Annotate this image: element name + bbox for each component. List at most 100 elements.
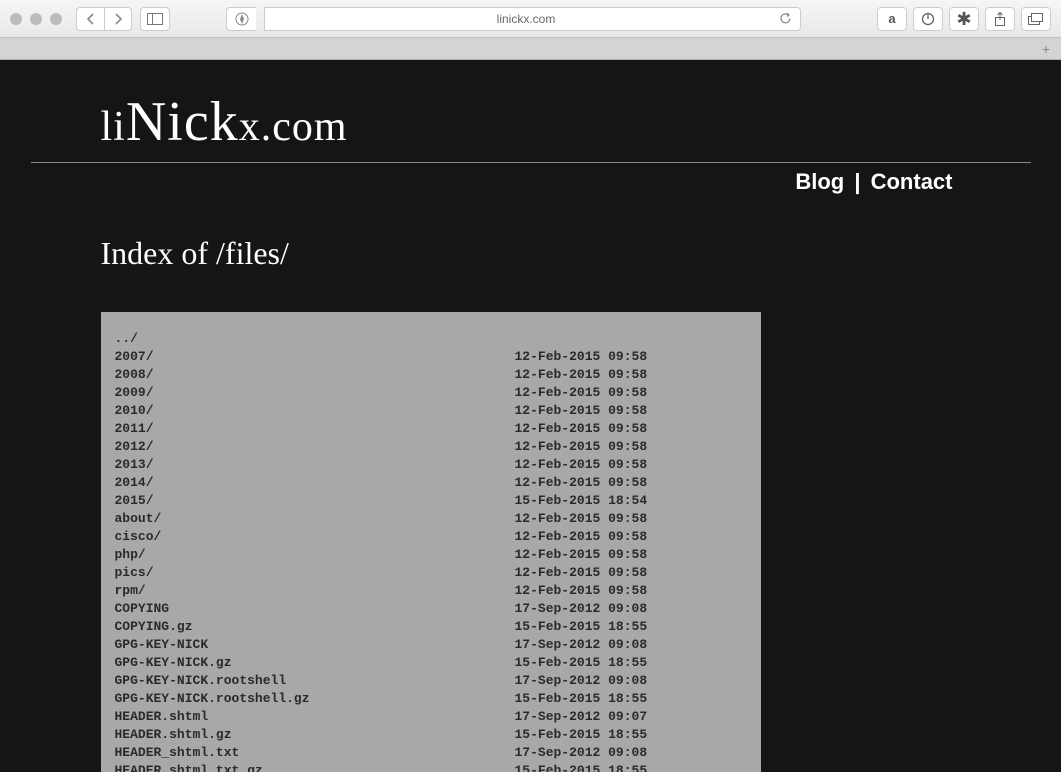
listing-row: GPG-KEY-NICK17-Sep-2012 09:08 <box>115 636 747 654</box>
nav-links: Blog | Contact <box>101 163 961 195</box>
reload-button[interactable] <box>779 12 792 25</box>
plus-icon: + <box>1042 41 1050 57</box>
address-bar[interactable]: linickx.com <box>264 7 801 31</box>
listing-link[interactable]: 2009/ <box>115 384 515 402</box>
sidebar-icon <box>147 13 163 25</box>
listing-row: rpm/12-Feb-2015 09:58 <box>115 582 747 600</box>
page-content: liNickx.com Blog | Contact Index of /fil… <box>0 60 1061 772</box>
chevron-right-icon <box>114 13 123 25</box>
listing-link[interactable]: HEADER_shtml.txt.gz <box>115 762 515 772</box>
listing-link[interactable]: about/ <box>115 510 515 528</box>
tabs-icon <box>1028 13 1044 25</box>
listing-date: 15-Feb-2015 18:55 <box>515 762 648 772</box>
listing-link[interactable]: 2013/ <box>115 456 515 474</box>
back-button[interactable] <box>76 7 104 31</box>
listing-row: GPG-KEY-NICK.rootshell.gz15-Feb-2015 18:… <box>115 690 747 708</box>
listing-row: 2009/12-Feb-2015 09:58 <box>115 384 747 402</box>
listing-date: 15-Feb-2015 18:55 <box>515 690 648 708</box>
reader-button[interactable] <box>226 7 256 31</box>
listing-link[interactable]: 2007/ <box>115 348 515 366</box>
window-close[interactable] <box>10 13 22 25</box>
listing-link[interactable]: HEADER.shtml.gz <box>115 726 515 744</box>
listing-date: 15-Feb-2015 18:55 <box>515 618 648 636</box>
reload-icon <box>779 12 792 25</box>
listing-link[interactable]: COPYING.gz <box>115 618 515 636</box>
listing-link[interactable]: COPYING <box>115 600 515 618</box>
listing-date: 17-Sep-2012 09:08 <box>515 600 648 618</box>
sidebar-button[interactable] <box>140 7 170 31</box>
listing-date: 12-Feb-2015 09:58 <box>515 456 648 474</box>
tab-bar: + <box>0 38 1061 60</box>
tabs-button[interactable] <box>1021 7 1051 31</box>
listing-link[interactable]: GPG-KEY-NICK.gz <box>115 654 515 672</box>
window-minimize[interactable] <box>30 13 42 25</box>
listing-link[interactable]: 2011/ <box>115 420 515 438</box>
listing-date: 17-Sep-2012 09:08 <box>515 636 648 654</box>
listing-row: GPG-KEY-NICK.gz15-Feb-2015 18:55 <box>115 654 747 672</box>
listing-date: 12-Feb-2015 09:58 <box>515 348 648 366</box>
share-button[interactable] <box>985 7 1015 31</box>
site-logo[interactable]: liNickx.com <box>101 80 961 162</box>
listing-link[interactable]: GPG-KEY-NICK.rootshell.gz <box>115 690 515 708</box>
listing-row: GPG-KEY-NICK.rootshell17-Sep-2012 09:08 <box>115 672 747 690</box>
forward-button[interactable] <box>104 7 132 31</box>
compass-icon <box>235 12 249 26</box>
listing-date: 12-Feb-2015 09:58 <box>515 528 648 546</box>
nav-back-forward <box>76 7 132 31</box>
listing-date: 17-Sep-2012 09:07 <box>515 708 648 726</box>
listing-link[interactable]: php/ <box>115 546 515 564</box>
nav-blog[interactable]: Blog <box>795 169 844 194</box>
listing-date: 12-Feb-2015 09:58 <box>515 366 648 384</box>
extension-adblock[interactable] <box>913 7 943 31</box>
listing-link[interactable]: 2014/ <box>115 474 515 492</box>
listing-date: 12-Feb-2015 09:58 <box>515 420 648 438</box>
listing-date: 12-Feb-2015 09:58 <box>515 438 648 456</box>
listing-date: 17-Sep-2012 09:08 <box>515 672 648 690</box>
directory-listing: ../2007/12-Feb-2015 09:582008/12-Feb-201… <box>101 312 761 772</box>
listing-link[interactable]: 2015/ <box>115 492 515 510</box>
listing-row: HEADER_shtml.txt.gz15-Feb-2015 18:55 <box>115 762 747 772</box>
power-icon <box>921 12 935 26</box>
listing-link[interactable]: rpm/ <box>115 582 515 600</box>
listing-row: about/12-Feb-2015 09:58 <box>115 510 747 528</box>
nav-separator: | <box>850 169 864 194</box>
window-zoom[interactable] <box>50 13 62 25</box>
listing-link[interactable]: 2012/ <box>115 438 515 456</box>
listing-date: 12-Feb-2015 09:58 <box>515 582 648 600</box>
url-text: linickx.com <box>273 12 779 26</box>
listing-row: HEADER.shtml17-Sep-2012 09:07 <box>115 708 747 726</box>
new-tab-button[interactable]: + <box>1037 41 1055 57</box>
listing-date: 12-Feb-2015 09:58 <box>515 546 648 564</box>
asterisk-icon: ✱ <box>956 14 971 24</box>
nav-contact[interactable]: Contact <box>871 169 953 194</box>
listing-row: cisco/12-Feb-2015 09:58 <box>115 528 747 546</box>
share-icon <box>994 12 1006 26</box>
extension-generic[interactable]: ✱ <box>949 7 979 31</box>
listing-link[interactable]: GPG-KEY-NICK.rootshell <box>115 672 515 690</box>
listing-link[interactable]: HEADER_shtml.txt <box>115 744 515 762</box>
extension-amazon[interactable]: a <box>877 7 907 31</box>
listing-row: 2015/15-Feb-2015 18:54 <box>115 492 747 510</box>
listing-link[interactable]: pics/ <box>115 564 515 582</box>
chevron-left-icon <box>86 13 95 25</box>
listing-link[interactable]: ../ <box>115 330 515 348</box>
listing-link[interactable]: 2010/ <box>115 402 515 420</box>
listing-row: COPYING17-Sep-2012 09:08 <box>115 600 747 618</box>
listing-row: COPYING.gz15-Feb-2015 18:55 <box>115 618 747 636</box>
window-controls <box>10 13 62 25</box>
listing-link[interactable]: 2008/ <box>115 366 515 384</box>
listing-row: 2012/12-Feb-2015 09:58 <box>115 438 747 456</box>
listing-row: pics/12-Feb-2015 09:58 <box>115 564 747 582</box>
right-toolbar: a ✱ <box>877 7 1051 31</box>
listing-date: 12-Feb-2015 09:58 <box>515 384 648 402</box>
browser-toolbar: linickx.com a ✱ <box>0 0 1061 38</box>
listing-link[interactable]: GPG-KEY-NICK <box>115 636 515 654</box>
listing-row: HEADER_shtml.txt17-Sep-2012 09:08 <box>115 744 747 762</box>
listing-date: 12-Feb-2015 09:58 <box>515 510 648 528</box>
listing-date: 15-Feb-2015 18:55 <box>515 726 648 744</box>
page-title: Index of /files/ <box>101 195 961 312</box>
amazon-icon: a <box>888 11 895 26</box>
listing-link[interactable]: HEADER.shtml <box>115 708 515 726</box>
listing-link[interactable]: cisco/ <box>115 528 515 546</box>
listing-date: 15-Feb-2015 18:55 <box>515 654 648 672</box>
